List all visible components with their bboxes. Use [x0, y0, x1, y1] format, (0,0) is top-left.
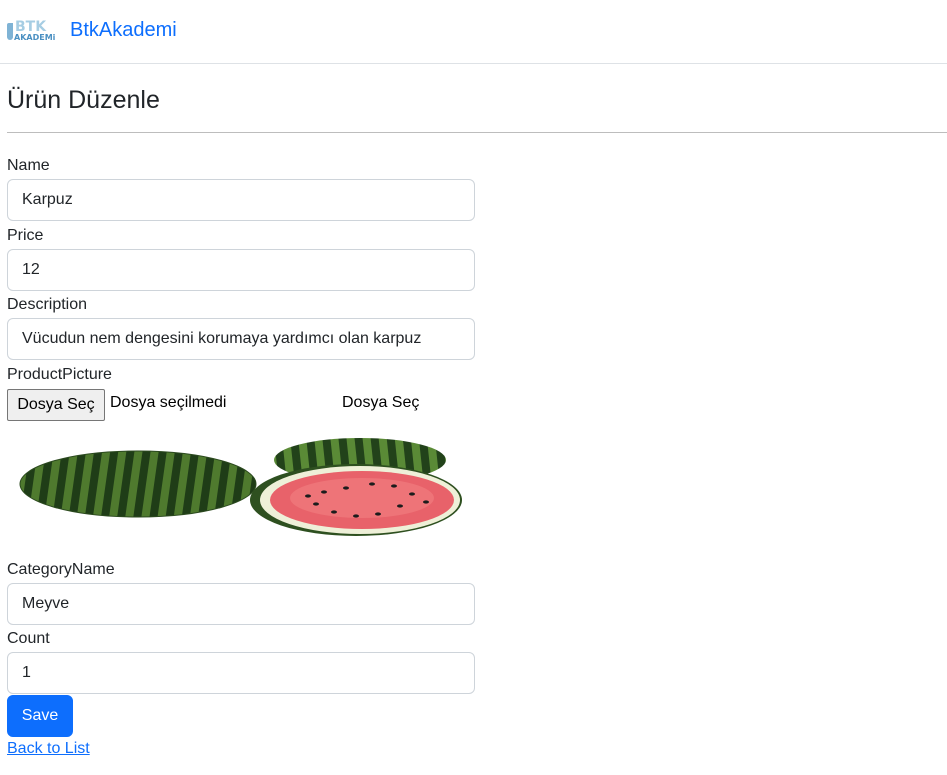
category-label: CategoryName	[7, 561, 115, 578]
btk-akademi-logo-icon: BTK AKADEMi	[7, 14, 64, 46]
count-label: Count	[7, 630, 50, 647]
brand-name: BtkAkademi	[70, 19, 177, 41]
file-hint-text: Dosya Seç	[342, 394, 420, 411]
price-input[interactable]	[7, 249, 475, 291]
logo-mark	[7, 23, 13, 40]
count-input[interactable]	[7, 652, 475, 694]
back-to-list-link[interactable]: Back to List	[7, 740, 90, 758]
description-label: Description	[7, 296, 88, 313]
product-picture-label: ProductPicture	[7, 366, 112, 383]
name-label: Name	[7, 157, 50, 174]
category-input[interactable]	[7, 583, 475, 625]
price-label: Price	[7, 227, 44, 244]
save-button[interactable]: Save	[7, 695, 73, 737]
description-input[interactable]	[7, 318, 475, 360]
divider	[7, 132, 947, 133]
page-title: Ürün Düzenle	[7, 86, 160, 114]
choose-file-button[interactable]: Dosya Seç	[7, 389, 105, 421]
watermelon-image	[19, 438, 462, 536]
logo-text-bottom: AKADEMi	[14, 33, 56, 42]
brand-link[interactable]: BTK AKADEMi BtkAkademi	[7, 14, 177, 46]
file-status-text: Dosya seçilmedi	[110, 394, 227, 411]
navbar: BTK AKADEMi BtkAkademi	[0, 0, 947, 64]
name-input[interactable]	[7, 179, 475, 221]
